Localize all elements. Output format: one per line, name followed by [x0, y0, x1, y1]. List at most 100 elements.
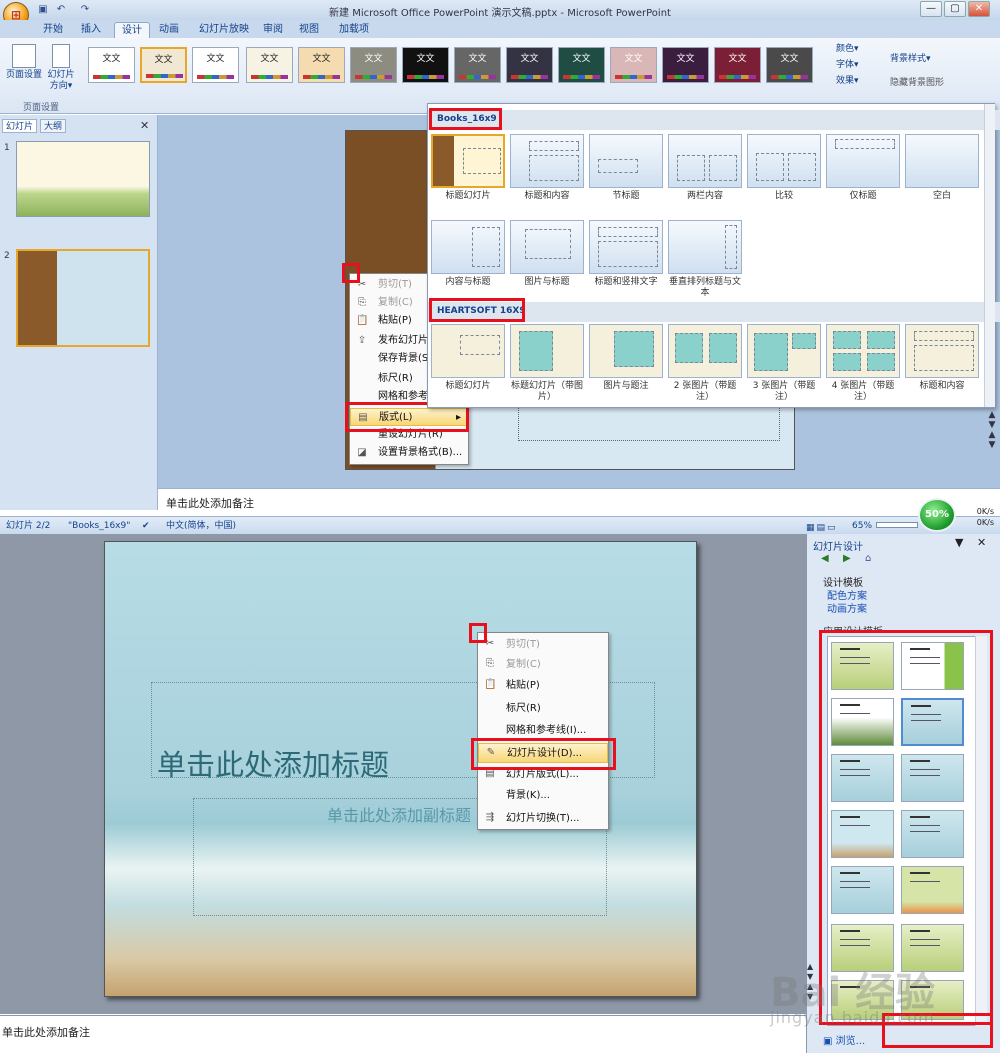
layout-hs-title-picture[interactable]: 标题幻灯片（带图片） [510, 324, 584, 403]
theme-11[interactable]: 文文 [610, 47, 657, 83]
layout-content-caption[interactable]: 内容与标题 [431, 220, 505, 288]
menu-layout[interactable]: ▤ 版式(L) ▸ [350, 408, 468, 426]
subtitle-placeholder-text: 单击此处添加副标题 [327, 806, 472, 825]
template-8[interactable] [901, 810, 964, 858]
tab-design[interactable]: 设计 [114, 22, 150, 38]
hide-bg-checkbox[interactable]: 隐藏背景图形 [890, 78, 944, 89]
theme-3[interactable]: 文文 [192, 47, 239, 83]
theme-13[interactable]: 文文 [714, 47, 761, 83]
tab-slides[interactable]: 幻灯片 [2, 119, 38, 133]
notes-area-bottom[interactable]: 单击此处添加备注 [0, 1015, 806, 1053]
view-buttons-icon[interactable]: ▦▤▭ [806, 519, 846, 533]
browse-link[interactable]: ▣ 浏览... [823, 1032, 865, 1047]
theme-14[interactable]: 文文 [766, 47, 813, 83]
layout-title-vertical-text[interactable]: 标题和竖排文字 [589, 220, 663, 288]
template-5[interactable] [831, 754, 894, 802]
scroll-arrows-icon[interactable]: ▲ ▼ ▲ ▼ [986, 410, 998, 470]
save-icon[interactable]: ▣ [36, 4, 50, 18]
tab-slideshow[interactable]: 幻灯片放映 [192, 22, 256, 38]
bg-styles-button[interactable]: 背景样式▾ [890, 54, 931, 65]
layout-vertical-title-text[interactable]: 垂直排列标题与文本 [668, 220, 742, 299]
slide-thumb-1[interactable] [16, 141, 150, 217]
pane-close-icon[interactable]: ✕ [140, 119, 149, 132]
menu2-slide-layout[interactable]: ▤ 幻灯片版式(L)... [478, 765, 608, 785]
layout-comparison[interactable]: 比较 [747, 134, 821, 202]
layout-scrollbar[interactable] [984, 104, 995, 407]
theme-6[interactable]: 文文 [350, 47, 397, 83]
home-icon[interactable]: ⌂ [865, 553, 871, 564]
theme-9[interactable]: 文文 [506, 47, 553, 83]
menu2-copy[interactable]: ⎘ 复制(C) [478, 655, 608, 675]
menu2-slide-design[interactable]: ✎ 幻灯片设计(D)... [478, 743, 608, 763]
layout-title-only[interactable]: 仅标题 [826, 134, 900, 202]
template-1[interactable] [831, 642, 894, 690]
menu2-ruler[interactable]: 标尺(R) [478, 699, 608, 719]
page-setup-button[interactable]: 页面设置 [4, 44, 44, 81]
menu2-paste[interactable]: 📋 粘贴(P) [478, 676, 608, 696]
zoom-slider[interactable] [876, 522, 918, 528]
theme-8[interactable]: 文文 [454, 47, 501, 83]
nav-back-icon[interactable]: ◀ [821, 553, 829, 564]
menu-format-background[interactable]: ◪ 设置背景格式(B)... [350, 444, 468, 462]
slide-thumb-2-selected[interactable] [16, 249, 150, 347]
close-button[interactable]: ✕ [968, 1, 990, 17]
menu2-slide-transition[interactable]: ⇶ 幻灯片切换(T)... [478, 809, 608, 829]
zoom-level[interactable]: 65% [852, 517, 872, 535]
template-10[interactable] [901, 866, 964, 914]
layout-hs-2-pictures[interactable]: 2 张图片（带题注） [668, 324, 742, 403]
menu2-grid-guides[interactable]: 网格和参考线(I)... [478, 721, 608, 741]
layout-picture-caption[interactable]: 图片与标题 [510, 220, 584, 288]
tab-addins[interactable]: 加载项 [332, 22, 376, 38]
template-6[interactable] [901, 754, 964, 802]
layout-section-header[interactable]: 节标题 [589, 134, 663, 202]
template-3[interactable] [831, 698, 894, 746]
layout-blank[interactable]: 空白 [905, 134, 979, 202]
pane-dropdown-icon[interactable]: ▼ [955, 536, 963, 549]
theme-4[interactable]: 文文 [246, 47, 293, 83]
template-4-selected[interactable] [901, 698, 964, 746]
tab-insert[interactable]: 插入 [74, 22, 108, 38]
menu-reset-slide[interactable]: 重设幻灯片(R) [350, 426, 468, 444]
theme-2-selected[interactable]: 文文 [140, 47, 187, 83]
template-scrollbar[interactable] [975, 636, 987, 1026]
effects-button[interactable]: 效果▾ [836, 76, 859, 87]
menu2-cut[interactable]: ✂ 剪切(T) [478, 635, 608, 655]
paste-icon: 📋 [484, 679, 497, 690]
layout-title-content[interactable]: 标题和内容 [510, 134, 584, 202]
notes-area-top[interactable]: 单击此处添加备注 [158, 488, 1000, 516]
theme-7[interactable]: 文文 [402, 47, 449, 83]
orientation-button[interactable]: 幻灯片方向▾ [44, 44, 78, 92]
layout-title-slide[interactable]: 标题幻灯片 [431, 134, 505, 202]
tab-view[interactable]: 视图 [292, 22, 326, 38]
group-page-setup-label: 页面设置 [22, 103, 59, 113]
template-7[interactable] [831, 810, 894, 858]
tab-home[interactable]: 开始 [36, 22, 70, 38]
minimize-button[interactable]: — [920, 1, 942, 17]
template-2[interactable] [901, 642, 964, 690]
tab-review[interactable]: 审阅 [256, 22, 290, 38]
nav-forward-icon[interactable]: ▶ [843, 553, 851, 564]
tab-outline[interactable]: 大纲 [40, 119, 67, 133]
link-animation-schemes[interactable]: 动画方案 [827, 600, 867, 615]
tab-animation[interactable]: 动画 [152, 22, 186, 38]
theme-12[interactable]: 文文 [662, 47, 709, 83]
theme-1[interactable]: 文文 [88, 47, 135, 83]
theme-5[interactable]: 文文 [298, 47, 345, 83]
layout-hs-picture-caption[interactable]: 图片与题注 [589, 324, 663, 392]
layout-hs-title-slide[interactable]: 标题幻灯片 [431, 324, 505, 392]
theme-10[interactable]: 文文 [558, 47, 605, 83]
layout-hs-title-content[interactable]: 标题和内容 [905, 324, 979, 392]
redo-icon[interactable]: ↷ [78, 4, 92, 18]
layout-hs-4-pictures[interactable]: 4 张图片（带题注） [826, 324, 900, 403]
menu2-background[interactable]: 背景(K)... [478, 786, 608, 806]
template-9[interactable] [831, 866, 894, 914]
maximize-button[interactable]: ▢ [944, 1, 966, 17]
layout-hs-3-pictures[interactable]: 3 张图片（带题注） [747, 324, 821, 403]
spellcheck-icon[interactable]: ✔ [142, 517, 150, 535]
layout-two-content[interactable]: 两栏内容 [668, 134, 742, 202]
fonts-button[interactable]: 字体▾ [836, 60, 859, 71]
task-pane-close-icon[interactable]: ✕ [977, 536, 986, 549]
subtitle-placeholder[interactable] [518, 405, 780, 441]
undo-icon[interactable]: ↶ [54, 4, 68, 18]
colors-button[interactable]: 颜色▾ [836, 44, 859, 55]
